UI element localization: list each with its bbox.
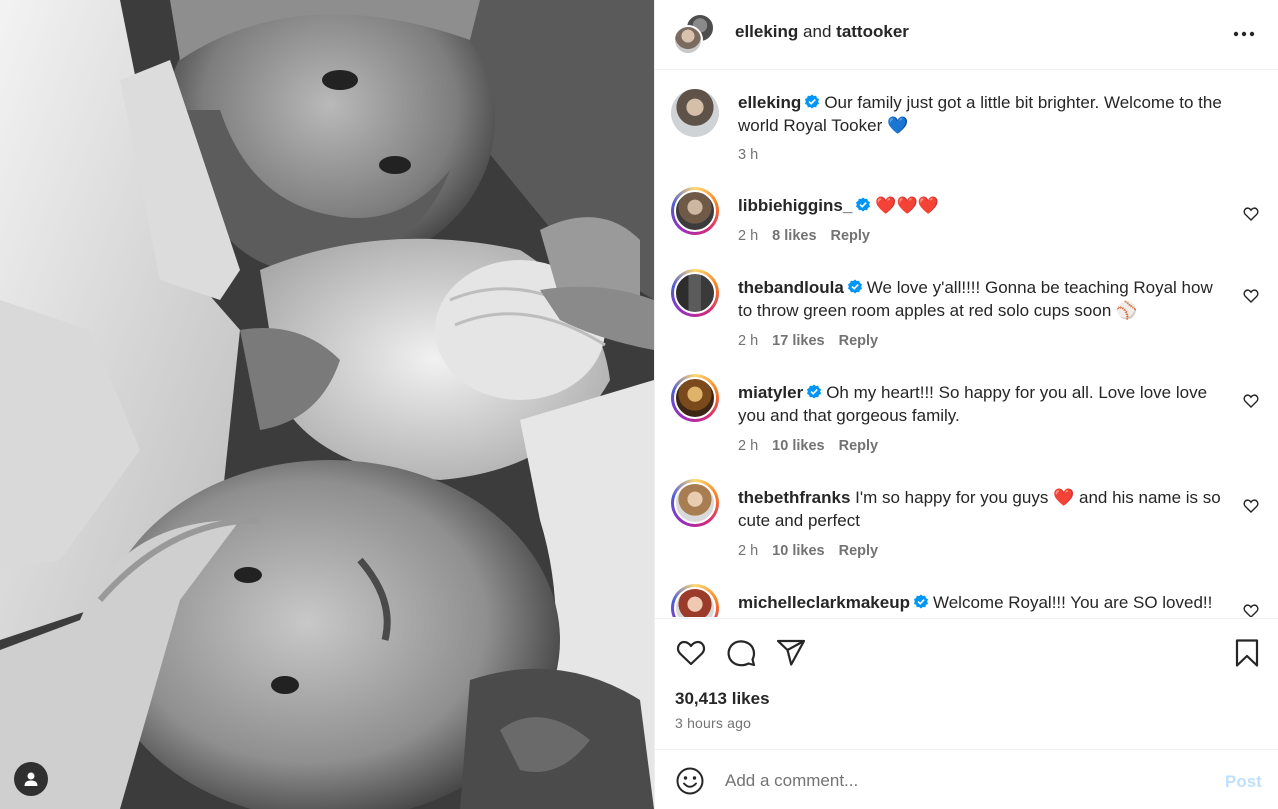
post-image — [0, 0, 654, 809]
comment-likes[interactable]: 10 likes — [772, 438, 824, 454]
avatar[interactable] — [671, 374, 719, 422]
comment-meta: 3 h — [738, 147, 772, 163]
post-header: elleking and tattooker — [655, 0, 1278, 70]
comment-text: I'm so happy for you guys — [855, 488, 1049, 507]
comment-text: Welcome Royal!!! You are SO loved!! — [932, 593, 1213, 612]
comment-username[interactable]: thebethfranks — [738, 488, 850, 507]
post-timestamp[interactable]: 3 hours ago — [675, 715, 751, 731]
comments-list[interactable]: elleking Our family just got a little bit… — [655, 71, 1278, 617]
comment-bubble-icon[interactable] — [725, 637, 757, 669]
comment-text-wrap: michelleclarkmakeup Welcome Royal!!! You … — [738, 591, 1228, 614]
comment-username[interactable]: libbiehiggins_ — [738, 196, 852, 215]
reply-button[interactable]: Reply — [839, 333, 879, 349]
likes-count[interactable]: 30,413 likes — [675, 689, 770, 709]
avatar[interactable] — [671, 187, 719, 235]
reply-button[interactable]: Reply — [839, 543, 879, 559]
post-button[interactable]: Post — [1225, 772, 1262, 792]
comment-time[interactable]: 2 h — [738, 438, 758, 454]
comment-time[interactable]: 2 h — [738, 228, 758, 244]
collab-avatars[interactable] — [671, 13, 719, 57]
more-horizontal-icon — [1233, 31, 1255, 37]
blue-heart-emoji: 💙 — [887, 116, 909, 135]
post-photo[interactable] — [0, 0, 654, 809]
verified-badge-icon — [913, 594, 928, 609]
comment-username[interactable]: elleking — [738, 93, 801, 112]
comment-username[interactable]: miatyler — [738, 383, 803, 402]
like-comment-heart-icon[interactable] — [1243, 288, 1259, 304]
comment-meta: 2 h 17 likes Reply — [738, 333, 892, 349]
send-paper-plane-icon[interactable] — [775, 637, 807, 669]
comment-text-wrap: miatyler Oh my heart!!! So happy for you … — [738, 381, 1228, 427]
bookmark-icon[interactable] — [1231, 637, 1263, 669]
comment-time[interactable]: 3 h — [738, 147, 758, 163]
comment-username[interactable]: thebandloula — [738, 278, 844, 297]
comment-meta: 2 h 8 likes Reply — [738, 228, 884, 244]
smiley-face-icon[interactable] — [675, 766, 705, 796]
reply-button[interactable]: Reply — [839, 438, 879, 454]
comment-text-wrap: libbiehiggins_ ❤️❤️❤️ — [738, 194, 1228, 217]
user-icon — [24, 772, 38, 786]
comment-emoji: ❤️❤️❤️ — [875, 196, 939, 215]
author-link[interactable]: tattooker — [836, 22, 909, 41]
more-options-button[interactable] — [1231, 24, 1257, 44]
reply-button[interactable]: Reply — [831, 228, 871, 244]
comment-likes[interactable]: 17 likes — [772, 333, 824, 349]
heart-icon[interactable] — [675, 637, 707, 669]
comment-input[interactable] — [725, 767, 1205, 795]
like-comment-heart-icon[interactable] — [1243, 206, 1259, 222]
add-comment-bar: Post — [655, 749, 1278, 809]
comment-likes[interactable]: 8 likes — [772, 228, 816, 244]
comment-likes[interactable]: 10 likes — [772, 543, 824, 559]
comment-text-wrap: thebethfranks I'm so happy for you guys … — [738, 486, 1228, 532]
avatar[interactable] — [671, 269, 719, 317]
red-heart-emoji: ❤️ — [1053, 488, 1075, 507]
caption-text: elleking Our family just got a little bit… — [738, 91, 1228, 137]
comment-text-wrap: thebandloula We love y'all!!!! Gonna be t… — [738, 276, 1228, 322]
comment-time[interactable]: 2 h — [738, 333, 758, 349]
comment-meta: 2 h 10 likes Reply — [738, 438, 892, 454]
post-actions: 30,413 likes 3 hours ago — [655, 618, 1278, 748]
comment-time[interactable]: 2 h — [738, 543, 758, 559]
avatar[interactable] — [671, 584, 719, 617]
avatar[interactable] — [671, 89, 719, 137]
verified-badge-icon — [805, 94, 820, 109]
like-comment-heart-icon[interactable] — [1243, 498, 1259, 514]
joiner-text: and — [803, 22, 832, 41]
like-comment-heart-icon[interactable] — [1243, 393, 1259, 409]
verified-badge-icon — [856, 197, 871, 212]
post-details-panel: elleking and tattooker elleking Our famil… — [654, 0, 1278, 809]
verified-badge-icon — [807, 384, 822, 399]
comment-meta: 2 h 10 likes Reply — [738, 543, 892, 559]
verified-badge-icon — [847, 279, 862, 294]
avatar[interactable] — [671, 479, 719, 527]
post-authors: elleking and tattooker — [735, 21, 909, 43]
tagged-users-button[interactable] — [14, 762, 48, 796]
comment-username[interactable]: michelleclarkmakeup — [738, 593, 910, 612]
avatar — [673, 25, 703, 55]
baseball-emoji: ⚾ — [1116, 301, 1138, 320]
author-link[interactable]: elleking — [735, 22, 798, 41]
like-comment-heart-icon[interactable] — [1243, 603, 1259, 617]
